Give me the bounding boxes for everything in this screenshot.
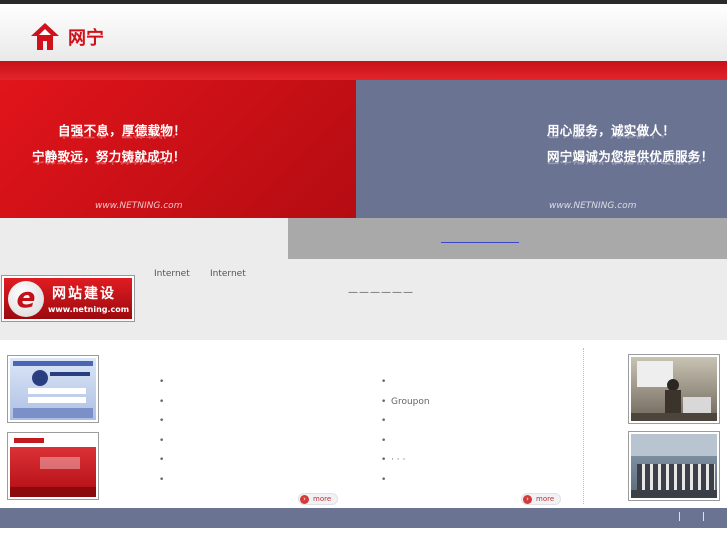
thumb-red-site-image: [10, 435, 96, 497]
banner-left-line2-reflection: 宁静致远，努力铸就成功！: [32, 161, 182, 169]
badge-title: 网站建设: [52, 286, 116, 302]
list-item[interactable]: [159, 473, 359, 493]
banner-right-watermark: www.NETNING.com: [549, 201, 637, 211]
list-item[interactable]: · · ·: [381, 453, 571, 473]
footer-separator: |: [702, 512, 706, 522]
photo-training-room[interactable]: [628, 354, 720, 424]
news-list-right: Groupon · · ·: [381, 375, 571, 492]
list-item[interactable]: [159, 414, 359, 434]
badge-url: www.netning.com: [48, 305, 130, 314]
intro-text-b: Internet: [210, 269, 246, 279]
news-list-left: [159, 375, 359, 492]
underline-link[interactable]: [441, 242, 519, 243]
arrow-right-icon: ›: [523, 495, 532, 504]
footer-separator: |: [678, 512, 682, 522]
more-label: more: [536, 495, 555, 503]
e-globe-icon: e: [8, 281, 44, 317]
intro-text-a: Internet: [154, 269, 190, 279]
list-item[interactable]: [381, 473, 571, 493]
page: 网宁 自强不息，厚德载物！ 自强不息，厚德载物！ 宁静致远，努力铸就成功！ 宁静…: [0, 0, 727, 545]
list-item[interactable]: Groupon: [381, 395, 571, 415]
vertical-divider: [583, 348, 584, 504]
nav-red-bar: [0, 61, 727, 80]
bottom-strip: [0, 528, 727, 545]
list-item[interactable]: [159, 453, 359, 473]
thumb-login-page[interactable]: [7, 355, 99, 423]
photo-team-group-image: [631, 434, 717, 498]
list-item[interactable]: [159, 395, 359, 415]
gray-tab-panel: [288, 218, 727, 259]
logo-house-arrow-icon: [31, 23, 59, 50]
thumb-red-site[interactable]: [7, 432, 99, 500]
photo-team-group[interactable]: [628, 431, 720, 501]
website-building-badge[interactable]: e 网站建设 www.netning.com: [1, 275, 135, 322]
list-item[interactable]: [381, 414, 571, 434]
intro-dashes: ——————: [348, 287, 414, 298]
arrow-right-icon: ›: [300, 495, 309, 504]
list-item[interactable]: [159, 375, 359, 395]
photo-training-room-image: [631, 357, 717, 421]
list-item[interactable]: [381, 434, 571, 454]
list-item[interactable]: [159, 434, 359, 454]
more-button-right[interactable]: › more: [521, 493, 561, 505]
banner-left-watermark: www.NETNING.com: [95, 201, 183, 211]
banner-left-line1-reflection: 自强不息，厚德载物！: [58, 135, 183, 143]
more-button-left[interactable]: › more: [298, 493, 338, 505]
banner-left: 自强不息，厚德载物！ 自强不息，厚德载物！ 宁静致远，努力铸就成功！ 宁静致远，…: [0, 80, 356, 218]
logo-text: 网宁: [68, 28, 104, 49]
banner-right-line1-reflection: 用心服务，诚实做人！: [547, 135, 672, 143]
footer-bar: | |: [0, 508, 727, 528]
content-section: [0, 340, 727, 508]
badge-inner: e 网站建设 www.netning.com: [4, 278, 132, 319]
header: 网宁: [0, 4, 727, 61]
more-label: more: [313, 495, 332, 503]
banner-right-line2-reflection: 网宁竭诚为您提供优质服务！: [547, 161, 710, 169]
thumb-login-page-image: [10, 358, 96, 420]
banner-right: 用心服务，诚实做人！ 用心服务，诚实做人！ 网宁竭诚为您提供优质服务！ 网宁竭诚…: [356, 80, 727, 218]
list-item[interactable]: [381, 375, 571, 395]
logo[interactable]: 网宁: [28, 22, 104, 52]
